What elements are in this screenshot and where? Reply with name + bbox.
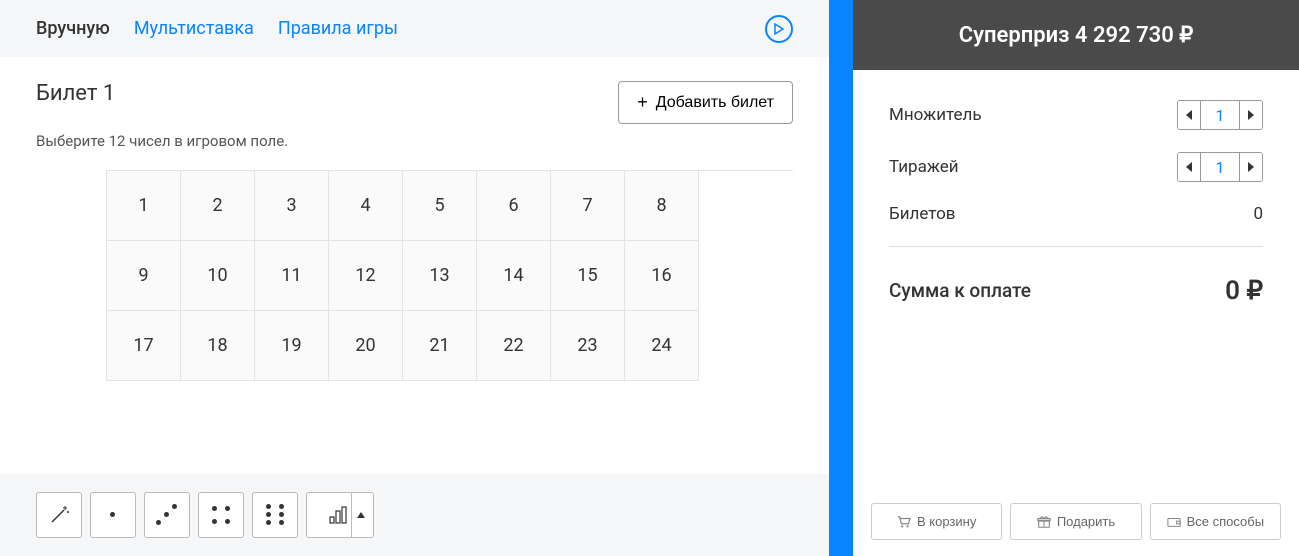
draws-increase[interactable] xyxy=(1240,153,1262,181)
stats-button[interactable] xyxy=(306,492,374,538)
number-cell-11[interactable]: 11 xyxy=(255,241,329,311)
number-cell-23[interactable]: 23 xyxy=(551,311,625,381)
tickets-label: Билетов xyxy=(889,204,956,224)
action-row: В корзину Подарить Все способы xyxy=(853,487,1299,556)
ticket-area: Билет 1 + Добавить билет Выберите 12 чис… xyxy=(0,57,829,474)
magic-wand-button[interactable] xyxy=(36,492,82,538)
number-cell-17[interactable]: 17 xyxy=(107,311,181,381)
draws-value: 1 xyxy=(1200,153,1240,181)
number-cell-9[interactable]: 9 xyxy=(107,241,181,311)
all-methods-label: Все способы xyxy=(1187,514,1264,529)
number-cell-7[interactable]: 7 xyxy=(551,171,625,241)
multiplier-stepper[interactable]: 1 xyxy=(1177,100,1263,130)
multiplier-decrease[interactable] xyxy=(1178,101,1200,129)
number-cell-14[interactable]: 14 xyxy=(477,241,551,311)
total-value: 0 xyxy=(1225,276,1240,306)
tab-multistake[interactable]: Мультиставка xyxy=(134,18,254,39)
number-cell-21[interactable]: 21 xyxy=(403,311,477,381)
summary-panel: Множитель 1 Тиражей 1 xyxy=(853,70,1299,487)
number-cell-15[interactable]: 15 xyxy=(551,241,625,311)
plus-icon: + xyxy=(637,92,648,113)
stats-dropdown-caret[interactable] xyxy=(351,493,369,537)
multiplier-increase[interactable] xyxy=(1240,101,1262,129)
dice-4-button[interactable] xyxy=(198,492,244,538)
tab-rules[interactable]: Правила игры xyxy=(278,18,398,39)
number-cell-4[interactable]: 4 xyxy=(329,171,403,241)
number-cell-20[interactable]: 20 xyxy=(329,311,403,381)
gift-icon xyxy=(1037,515,1051,529)
number-cell-5[interactable]: 5 xyxy=(403,171,477,241)
dice-4-icon xyxy=(207,501,235,529)
multiplier-value: 1 xyxy=(1200,101,1240,129)
cart-label: В корзину xyxy=(917,514,976,529)
accent-divider xyxy=(829,0,853,556)
dice-6-button[interactable] xyxy=(252,492,298,538)
number-cell-2[interactable]: 2 xyxy=(181,171,255,241)
superprize-currency: ₽ xyxy=(1179,22,1193,47)
number-cell-22[interactable]: 22 xyxy=(477,311,551,381)
number-cell-19[interactable]: 19 xyxy=(255,311,329,381)
cart-icon xyxy=(897,515,911,529)
number-cell-18[interactable]: 18 xyxy=(181,311,255,381)
add-ticket-button[interactable]: + Добавить билет xyxy=(618,81,793,124)
wallet-icon xyxy=(1167,515,1181,529)
caret-left-icon xyxy=(1186,110,1192,120)
caret-right-icon xyxy=(1248,110,1254,120)
number-cell-8[interactable]: 8 xyxy=(625,171,699,241)
draws-decrease[interactable] xyxy=(1178,153,1200,181)
number-cell-6[interactable]: 6 xyxy=(477,171,551,241)
all-methods-button[interactable]: Все способы xyxy=(1150,503,1281,540)
tab-manual[interactable]: Вручную xyxy=(36,18,110,39)
tickets-value: 0 xyxy=(1253,204,1263,224)
superprize-banner: Суперприз 4 292 730 ₽ xyxy=(853,0,1299,70)
number-cell-3[interactable]: 3 xyxy=(255,171,329,241)
draws-stepper[interactable]: 1 xyxy=(1177,152,1263,182)
draws-label: Тиражей xyxy=(889,157,959,177)
multiplier-label: Множитель xyxy=(889,105,982,125)
number-cell-13[interactable]: 13 xyxy=(403,241,477,311)
gift-button[interactable]: Подарить xyxy=(1010,503,1141,540)
caret-up-icon xyxy=(357,512,365,518)
caret-left-icon xyxy=(1186,162,1192,172)
number-cell-10[interactable]: 10 xyxy=(181,241,255,311)
superprize-amount: 4 292 730 xyxy=(1075,23,1174,48)
total-currency: ₽ xyxy=(1246,275,1263,305)
how-to-play-button[interactable] xyxy=(765,15,793,43)
play-icon xyxy=(774,23,784,35)
total-label: Сумма к оплате xyxy=(889,279,1031,302)
number-cell-24[interactable]: 24 xyxy=(625,311,699,381)
ticket-title: Билет 1 xyxy=(36,81,115,106)
dice-3-button[interactable] xyxy=(144,492,190,538)
number-cell-1[interactable]: 1 xyxy=(107,171,181,241)
bar-chart-icon xyxy=(328,505,352,525)
number-cell-12[interactable]: 12 xyxy=(329,241,403,311)
quick-tools-bar xyxy=(0,474,829,556)
number-grid: 123456789101112131415161718192021222324 xyxy=(106,170,793,381)
dice-1-icon xyxy=(99,501,127,529)
gift-label: Подарить xyxy=(1057,514,1115,529)
ticket-hint: Выберите 12 чисел в игровом поле. xyxy=(36,132,793,150)
dice-6-icon xyxy=(261,501,289,529)
superprize-label: Суперприз xyxy=(959,23,1070,48)
caret-right-icon xyxy=(1248,162,1254,172)
wand-icon xyxy=(47,503,71,527)
summary-divider xyxy=(889,246,1263,247)
tabs-bar: Вручную Мультиставка Правила игры xyxy=(0,0,829,57)
add-ticket-label: Добавить билет xyxy=(656,94,774,112)
number-cell-16[interactable]: 16 xyxy=(625,241,699,311)
dice-3-icon xyxy=(153,501,181,529)
add-to-cart-button[interactable]: В корзину xyxy=(871,503,1002,540)
dice-1-button[interactable] xyxy=(90,492,136,538)
